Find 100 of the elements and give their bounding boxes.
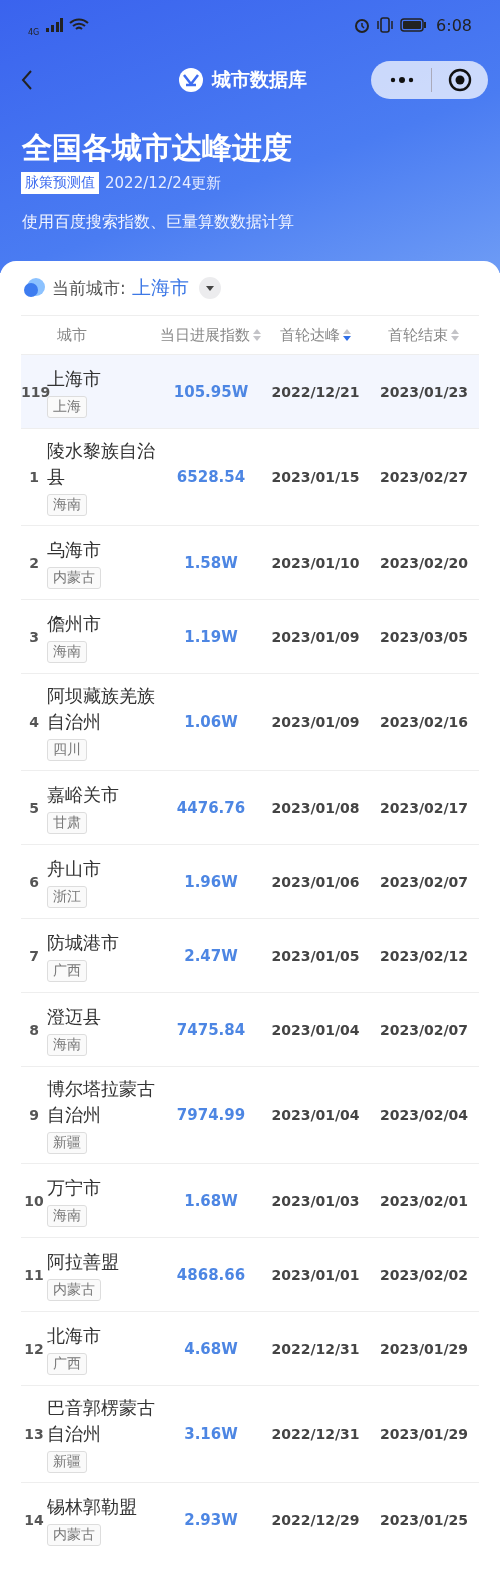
rank-number: 4 [28,714,40,730]
end-date: 2023/01/29 [378,1426,470,1442]
province-tag: 新疆 [47,1451,87,1473]
more-icon[interactable] [389,75,415,85]
index-value: 1.96W [183,872,239,891]
city-name: 阿坝藏族羌族自治州 [47,684,156,734]
peak-date: 2023/01/06 [270,873,361,890]
table-row[interactable]: 1 陵水黎族自治县 海南 6528.54 2023/01/15 2023/02/27 [21,428,479,525]
province-tag: 浙江 [47,885,87,908]
rank-number: 7 [28,947,40,964]
province-tag: 广西 [47,959,87,982]
back-icon[interactable] [20,68,34,92]
end-date: 2023/01/25 [378,1511,470,1528]
end-date: 2023/02/17 [378,799,470,816]
end-date: 2023/03/05 [378,628,470,645]
vibrate-icon [376,17,395,33]
table-row[interactable]: 4 阿坝藏族羌族自治州 四川 1.06W 2023/01/09 2023/02/16 [21,673,479,770]
wifi-icon [69,18,90,32]
province-tag: 内蒙古 [47,1523,101,1546]
close-icon[interactable] [448,68,472,92]
rank-number: 9 [28,1107,40,1123]
table-row[interactable]: 7 防城港市 广西 2.47W 2023/01/05 2023/02/12 [21,918,479,992]
heading: 全国各城市达峰进度 [22,129,293,167]
column-header[interactable]: 首轮达峰 [279,325,340,345]
index-value: 7974.99 [175,1106,247,1124]
peak-date: 2023/01/04 [270,1021,361,1038]
end-date: 2023/02/02 [378,1266,470,1283]
end-date: 2023/02/12 [378,947,470,964]
province-tag: 上海 [47,395,87,418]
city-name: 舟山市 [47,856,101,881]
city-name: 博尔塔拉蒙古自治州 [47,1077,156,1127]
table-row[interactable]: 9 博尔塔拉蒙古自治州 新疆 7974.99 2023/01/04 2023/02/04 [21,1066,479,1163]
province-tag: 新疆 [47,1132,87,1154]
column-header[interactable]: 首轮结束 [388,325,448,345]
rank-number: 5 [28,799,40,816]
rank-number: 14 [23,1511,45,1528]
province-tag: 广西 [47,1352,87,1375]
logo-icon [178,67,204,93]
rank-number: 8 [28,1021,40,1038]
rank-number: 11 [23,1266,45,1283]
end-date: 2023/02/27 [378,469,470,485]
table-row[interactable]: 5 嘉峪关市 甘肃 4476.76 2023/01/08 2023/02/17 [21,770,479,844]
battery-icon [400,18,427,32]
rank-number: 6 [28,873,40,890]
table-row[interactable]: 13 巴音郭楞蒙古自治州 新疆 3.16W 2022/12/31 2023/01/29 [21,1385,479,1482]
city-name: 陵水黎族自治县 [47,439,156,489]
network-label: 4G [28,27,40,37]
end-date: 2023/02/20 [378,554,470,571]
peak-date: 2022/12/21 [270,383,361,400]
update-date: 2022/12/24更新 [105,173,222,193]
end-date: 2023/01/29 [378,1340,470,1357]
end-date: 2023/02/07 [378,873,470,890]
city-name: 万宁市 [47,1175,101,1200]
index-value: 1.68W [183,1191,239,1210]
index-value: 4868.66 [175,1265,247,1284]
table-row[interactable]: 6 舟山市 浙江 1.96W 2023/01/06 2023/02/07 [21,844,479,918]
province-tag: 海南 [47,640,87,663]
rank-number: 3 [28,628,40,645]
rank-number: 1 [28,469,40,485]
peak-date: 2023/01/09 [270,714,361,730]
rank-number: 12 [23,1340,45,1357]
table-row[interactable]: 8 澄迈县 海南 7475.84 2023/01/04 2023/02/07 [21,992,479,1066]
rank-number: 2 [28,554,40,571]
signal-icon [45,18,64,32]
city-name: 巴音郭楞蒙古自治州 [47,1396,156,1446]
peak-date: 2023/01/15 [270,469,361,485]
column-header[interactable]: 城市 [57,325,87,345]
city-name: 北海市 [47,1323,101,1348]
province-tag: 内蒙古 [47,1278,101,1301]
city-name: 儋州市 [47,611,101,636]
index-value: 3.16W [183,1425,239,1443]
end-date: 2023/02/01 [378,1192,470,1209]
data-source-note: 使用百度搜索指数、巨量算数数据计算 [22,212,295,233]
sort-icon[interactable] [342,328,352,342]
peak-date: 2022/12/31 [270,1340,361,1357]
peak-date: 2023/01/04 [270,1107,361,1123]
peak-date: 2023/01/08 [270,799,361,816]
index-value: 105.95W [172,382,250,401]
city-name: 防城港市 [47,930,119,955]
end-date: 2023/02/07 [378,1021,470,1038]
end-date: 2023/02/16 [378,714,470,730]
table-row[interactable]: 3 儋州市 海南 1.19W 2023/01/09 2023/03/05 [21,599,479,673]
index-value: 2.47W [183,946,239,965]
table-row[interactable]: 2 乌海市 内蒙古 1.58W 2023/01/10 2023/02/20 [21,525,479,599]
dropdown-icon[interactable] [198,277,221,299]
index-value: 7475.84 [175,1020,247,1039]
city-value[interactable]: 上海市 [131,275,189,301]
rank-number: 10 [23,1192,45,1209]
index-value: 4.68W [183,1339,239,1358]
city-name: 阿拉善盟 [47,1249,119,1274]
peak-date: 2023/01/10 [270,554,361,571]
city-name: 锡林郭勒盟 [47,1494,137,1519]
column-header[interactable]: 当日进展指数 [160,325,250,345]
clock-time: 6:08 [436,15,472,35]
peak-date: 2023/01/01 [270,1266,361,1283]
end-date: 2023/02/04 [378,1107,470,1123]
location-bubble-icon [22,276,46,300]
index-value: 1.19W [183,627,239,646]
city-name: 嘉峪关市 [47,782,119,807]
province-tag: 海南 [47,1204,87,1227]
